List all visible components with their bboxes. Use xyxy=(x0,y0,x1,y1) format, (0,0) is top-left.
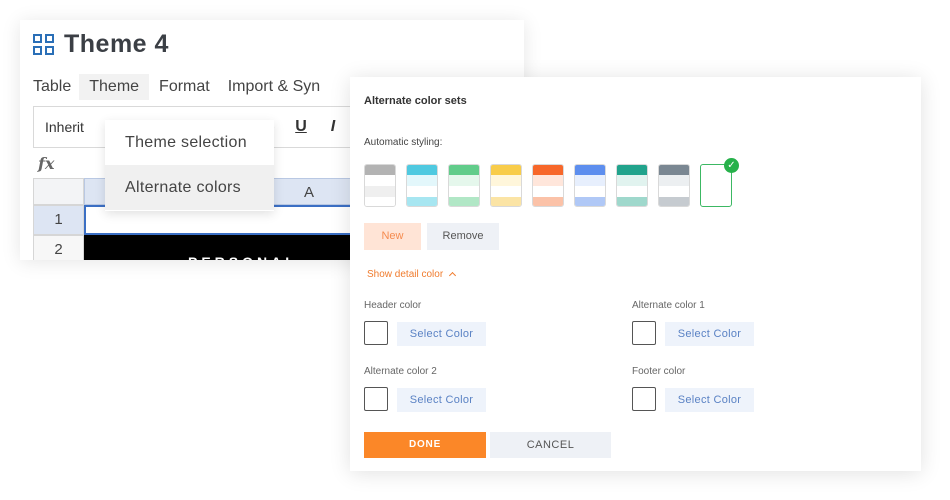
menu-import-sync[interactable]: Import & Syn xyxy=(228,74,328,100)
swatch-band xyxy=(365,197,395,206)
remove-button[interactable]: Remove xyxy=(427,223,499,250)
automatic-styling-label: Automatic styling: xyxy=(364,137,443,148)
sheet-corner[interactable] xyxy=(33,178,84,205)
swatch-band xyxy=(449,197,479,206)
grid-icon xyxy=(33,34,54,55)
cancel-button[interactable]: CANCEL xyxy=(490,432,611,458)
swatch-band xyxy=(575,186,605,197)
header-select-color-button[interactable]: Select Color xyxy=(397,322,486,346)
menu-table[interactable]: Table xyxy=(33,74,79,100)
swatch-band xyxy=(407,197,437,206)
swatch-band xyxy=(491,175,521,186)
custom-swatch-selected[interactable]: ✓ xyxy=(700,158,739,207)
swatch-band xyxy=(365,175,395,186)
swatch-band xyxy=(575,165,605,175)
theme-swatch-1[interactable] xyxy=(364,164,396,207)
swatch-band xyxy=(365,186,395,197)
swatch-list: ✓ xyxy=(364,158,742,207)
detail-link-label: Show detail color xyxy=(367,269,444,280)
swatch-band xyxy=(575,197,605,206)
footer-select-color-button[interactable]: Select Color xyxy=(665,388,754,412)
row-header-1[interactable]: 1 xyxy=(33,205,84,235)
swatch-band xyxy=(449,186,479,197)
swatch-band xyxy=(659,186,689,197)
dropdown-alternate-colors[interactable]: Alternate colors xyxy=(105,165,274,210)
show-detail-color-link[interactable]: Show detail color xyxy=(367,269,456,280)
menu-theme[interactable]: Theme xyxy=(79,74,150,100)
swatch-band xyxy=(365,165,395,175)
menubar: Table Theme Format Import & Syn xyxy=(33,74,338,100)
footer-color-box[interactable] xyxy=(632,387,656,411)
alternate-color-2-box[interactable] xyxy=(364,387,388,411)
swatch-band xyxy=(533,197,563,206)
swatch-band xyxy=(449,175,479,186)
italic-button[interactable]: I xyxy=(321,115,345,139)
document-title: Theme 4 xyxy=(64,30,169,58)
swatch-band xyxy=(533,165,563,175)
swatch-band xyxy=(617,175,647,186)
swatch-band xyxy=(617,186,647,197)
theme-swatch-7[interactable] xyxy=(616,164,648,207)
dropdown-theme-selection[interactable]: Theme selection xyxy=(105,120,274,165)
theme-swatch-3[interactable] xyxy=(448,164,480,207)
menu-format[interactable]: Format xyxy=(159,74,218,100)
header-color-box[interactable] xyxy=(364,321,388,345)
font-select[interactable]: Inherit xyxy=(45,119,89,135)
underline-button[interactable]: U xyxy=(289,115,313,139)
swatch-band xyxy=(533,175,563,186)
dialog-title: Alternate color sets xyxy=(364,95,467,107)
alternate-1-select-color-button[interactable]: Select Color xyxy=(665,322,754,346)
swatch-band xyxy=(659,197,689,206)
swatch-band xyxy=(575,175,605,186)
check-icon: ✓ xyxy=(724,158,739,173)
theme-swatch-2[interactable] xyxy=(406,164,438,207)
header-color-label: Header color xyxy=(364,300,422,311)
swatch-band xyxy=(659,175,689,186)
alternate-color-2-label: Alternate color 2 xyxy=(364,366,437,377)
swatch-band xyxy=(407,165,437,175)
chevron-up-icon xyxy=(448,271,456,280)
swatch-band xyxy=(449,165,479,175)
title-row: Theme 4 xyxy=(33,30,169,59)
new-button[interactable]: New xyxy=(364,223,421,250)
swatch-band xyxy=(407,175,437,186)
alternate-color-1-box[interactable] xyxy=(632,321,656,345)
alternate-2-select-color-button[interactable]: Select Color xyxy=(397,388,486,412)
swatch-band xyxy=(491,197,521,206)
theme-dropdown: Theme selection Alternate colors xyxy=(105,120,274,211)
theme-swatch-4[interactable] xyxy=(490,164,522,207)
theme-swatch-5[interactable] xyxy=(532,164,564,207)
swatch-band xyxy=(491,186,521,197)
swatch-band xyxy=(617,197,647,206)
swatch-band xyxy=(491,165,521,175)
swatch-band xyxy=(617,165,647,175)
swatch-band xyxy=(407,186,437,197)
theme-swatch-8[interactable] xyxy=(658,164,690,207)
done-button[interactable]: DONE xyxy=(364,432,486,458)
alternate-color-1-label: Alternate color 1 xyxy=(632,300,705,311)
theme-swatch-6[interactable] xyxy=(574,164,606,207)
footer-color-label: Footer color xyxy=(632,366,686,377)
row-header-2[interactable]: 2 xyxy=(33,235,84,260)
swatch-band xyxy=(533,186,563,197)
formula-icon: fx xyxy=(38,154,55,173)
alternate-colors-dialog: Alternate color sets Automatic styling: … xyxy=(350,77,921,471)
swatch-band xyxy=(659,165,689,175)
